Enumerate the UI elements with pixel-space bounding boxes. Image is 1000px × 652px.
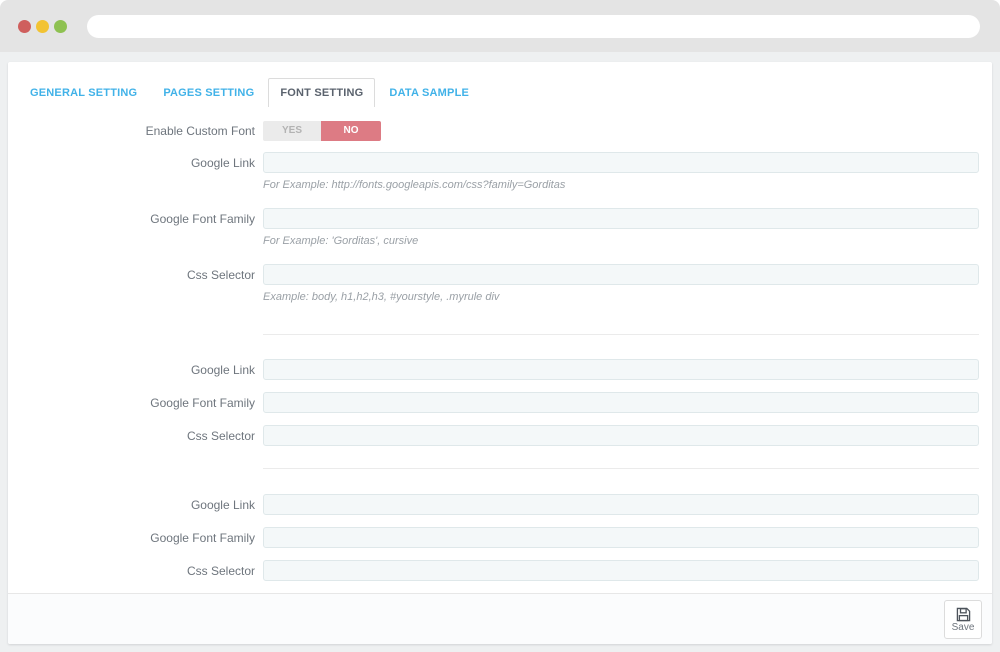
- google-link-row: Google Link: [8, 359, 992, 380]
- field-label: Google Link: [8, 359, 255, 377]
- browser-window: GENERAL SETTING PAGES SETTING FONT SETTI…: [0, 0, 1000, 652]
- field-label: Enable Custom Font: [8, 120, 255, 138]
- tab-general-setting[interactable]: GENERAL SETTING: [18, 78, 149, 107]
- enable-custom-font-toggle: YES NO: [263, 121, 381, 141]
- css-selector-input-1[interactable]: [263, 264, 979, 285]
- enable-custom-font-row: Enable Custom Font YES NO: [8, 120, 992, 141]
- css-selector-row: Css Selector Example: body, h1,h2,h3, #y…: [8, 264, 992, 304]
- css-selector-input-3[interactable]: [263, 560, 979, 581]
- address-bar[interactable]: [87, 15, 980, 38]
- section-divider: [263, 468, 979, 469]
- field-label: Css Selector: [8, 425, 255, 443]
- browser-chrome: [0, 0, 1000, 52]
- google-font-family-row: Google Font Family: [8, 527, 992, 548]
- field-label: Google Link: [8, 152, 255, 170]
- save-button[interactable]: Save: [944, 600, 982, 639]
- window-maximize-dot-icon[interactable]: [54, 20, 67, 33]
- field-hint: For Example: http://fonts.googleapis.com…: [263, 179, 979, 192]
- settings-tab-bar: GENERAL SETTING PAGES SETTING FONT SETTI…: [8, 62, 992, 107]
- section-divider: [263, 334, 979, 335]
- google-font-family-input-1[interactable]: [263, 208, 979, 229]
- save-icon: [956, 607, 971, 622]
- css-selector-row: Css Selector: [8, 560, 992, 581]
- tab-pages-setting[interactable]: PAGES SETTING: [151, 78, 266, 107]
- field-label: Google Font Family: [8, 527, 255, 545]
- field-label: Css Selector: [8, 264, 255, 282]
- google-font-family-input-2[interactable]: [263, 392, 979, 413]
- field-label: Google Link: [8, 494, 255, 512]
- toggle-no-button[interactable]: NO: [321, 121, 381, 141]
- google-link-row: Google Link For Example: http://fonts.go…: [8, 152, 992, 192]
- page-background: GENERAL SETTING PAGES SETTING FONT SETTI…: [0, 52, 1000, 652]
- field-hint: For Example: 'Gorditas', cursive: [263, 235, 979, 248]
- google-link-row: Google Link: [8, 494, 992, 515]
- google-font-family-input-3[interactable]: [263, 527, 979, 548]
- save-button-label: Save: [952, 623, 975, 633]
- google-link-input-1[interactable]: [263, 152, 979, 173]
- settings-card: GENERAL SETTING PAGES SETTING FONT SETTI…: [8, 62, 992, 644]
- css-selector-input-2[interactable]: [263, 425, 979, 446]
- font-setting-form: Enable Custom Font YES NO Google Link Fo…: [8, 107, 992, 581]
- toggle-yes-button[interactable]: YES: [263, 121, 321, 141]
- css-selector-row: Css Selector: [8, 425, 992, 446]
- card-footer: Save: [8, 593, 992, 644]
- field-label: Google Font Family: [8, 392, 255, 410]
- field-label: Css Selector: [8, 560, 255, 578]
- field-label: Google Font Family: [8, 208, 255, 226]
- google-font-family-row: Google Font Family For Example: 'Gordita…: [8, 208, 992, 248]
- google-link-input-3[interactable]: [263, 494, 979, 515]
- window-close-dot-icon[interactable]: [18, 20, 31, 33]
- field-hint: Example: body, h1,h2,h3, #yourstyle, .my…: [263, 291, 979, 304]
- tab-data-sample[interactable]: DATA SAMPLE: [377, 78, 481, 107]
- tab-font-setting[interactable]: FONT SETTING: [268, 78, 375, 107]
- window-minimize-dot-icon[interactable]: [36, 20, 49, 33]
- google-font-family-row: Google Font Family: [8, 392, 992, 413]
- google-link-input-2[interactable]: [263, 359, 979, 380]
